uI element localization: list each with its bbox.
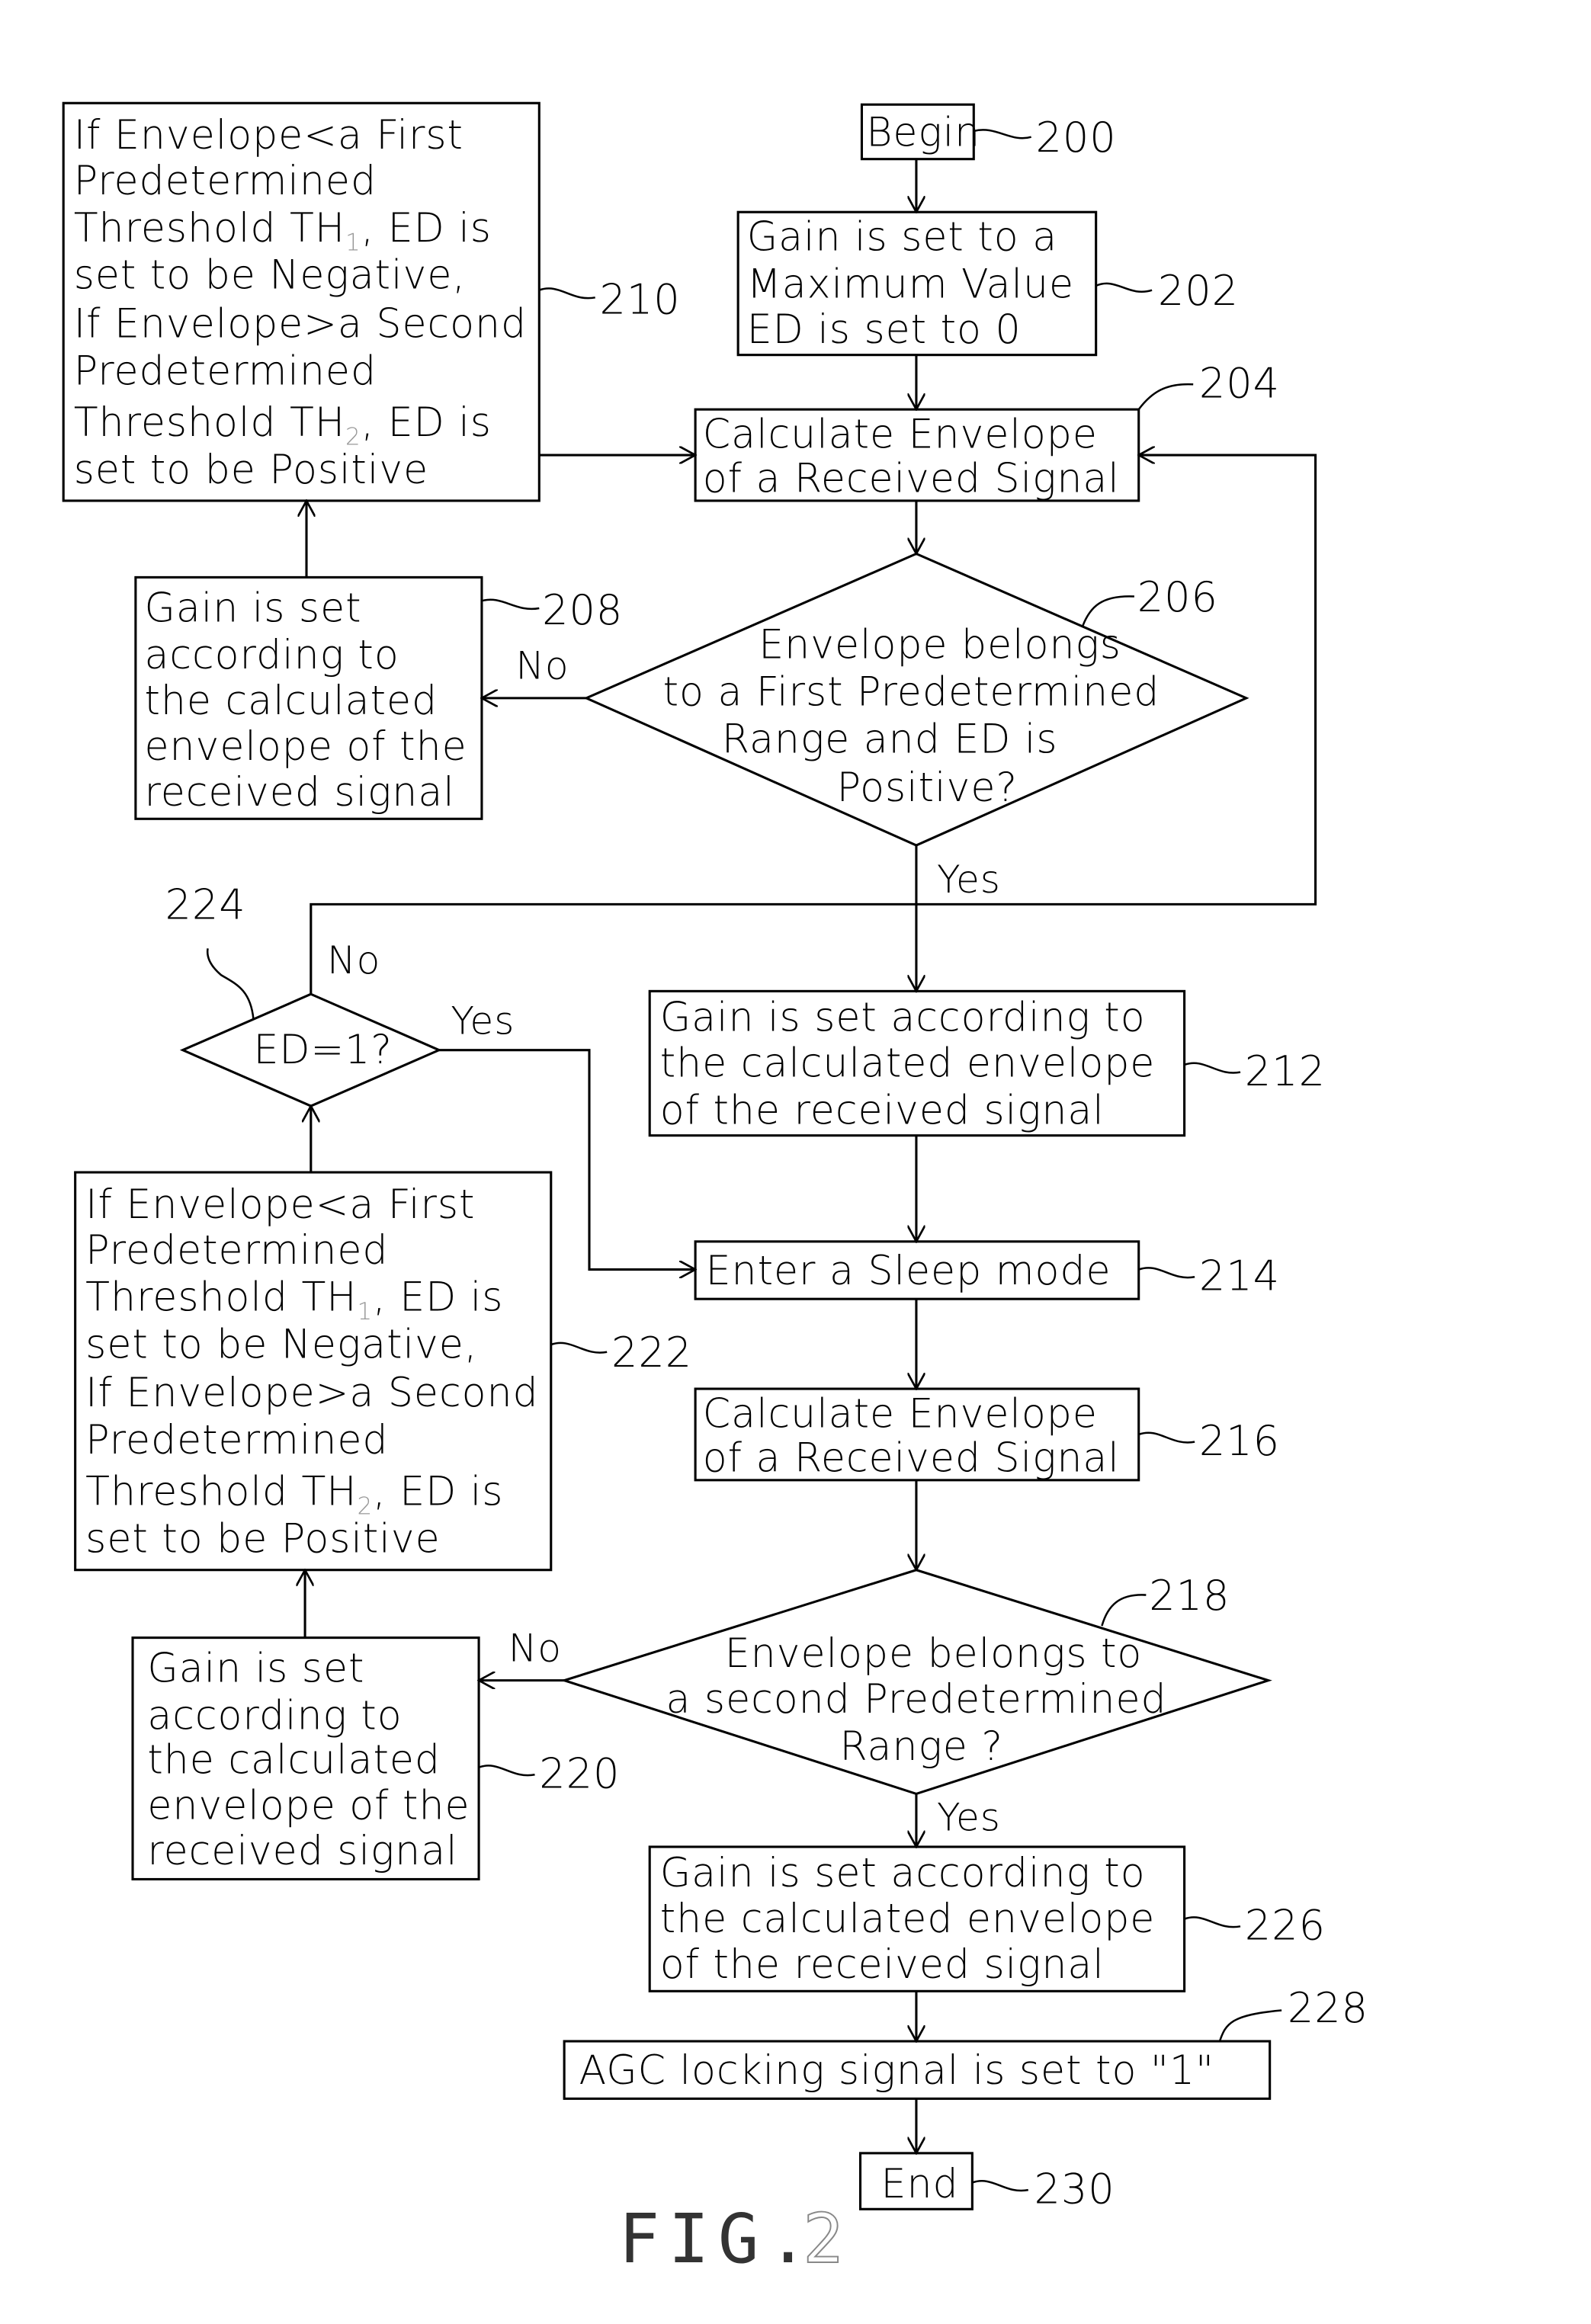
node-calc2-line: Calculate Envelope [703, 1391, 1098, 1437]
node-ed2-line: Predetermined [85, 1228, 388, 1274]
node-calc1-line: Calculate Envelope [703, 412, 1098, 457]
label-decision3-no: No [327, 938, 380, 982]
node-gain3-line: received signal [147, 1829, 457, 1874]
node-decision2-line: a second Predetermined [666, 1677, 1166, 1723]
node-gain4-line: Gain is set according to [660, 1851, 1146, 1896]
node-gain-2: Gain is set according to the calculated … [648, 989, 1326, 1137]
node-init-line: Maximum Value [747, 261, 1074, 307]
ref-226: 226 [1245, 1902, 1326, 1950]
node-ed1-line: Predetermined [74, 348, 377, 394]
node-decision-ed: ED=1? 224 [165, 881, 442, 1108]
ref-218: 218 [1149, 1572, 1230, 1620]
node-end: End 230 [858, 2152, 1115, 2213]
node-ed1-line: If Envelope<a First [74, 113, 464, 159]
node-agc-text: AGC locking signal is set to "1" [579, 2048, 1214, 2094]
node-gain1-line: Gain is set [144, 585, 361, 631]
node-ed2-line: set to be Negative, [85, 1322, 477, 1367]
node-ed1-line: Threshold TH1, ED is [74, 206, 492, 257]
node-calc2-line: of a Received Signal [703, 1435, 1120, 1481]
ref-206: 206 [1137, 573, 1218, 621]
node-init: Gain is set to a Maximum Value ED is set… [736, 210, 1239, 357]
node-gain1-line: received signal [144, 770, 454, 816]
node-init-line: ED is set to 0 [747, 307, 1022, 353]
node-sleep: Enter a Sleep mode 214 [694, 1240, 1280, 1300]
node-gain2-line: the calculated envelope [660, 1040, 1156, 1086]
node-decision1-line: Range and ED is [722, 716, 1058, 762]
caption-number: 2 [803, 2199, 852, 2278]
node-decision1-line: Envelope belongs [759, 623, 1121, 668]
node-gain2-line: of the received signal [660, 1088, 1105, 1133]
node-ed1-line: If Envelope>a Second [74, 301, 527, 347]
ref-210: 210 [600, 276, 681, 324]
node-ed2-line: Predetermined [85, 1418, 388, 1463]
ref-224: 224 [165, 881, 246, 929]
node-ed2-line: set to be Positive [85, 1517, 440, 1563]
node-calc-envelope-2: Calculate Envelope of a Received Signal … [694, 1387, 1280, 1482]
node-decision3-text: ED=1? [253, 1027, 393, 1073]
node-ed1-line: Threshold TH2, ED is [74, 400, 492, 451]
node-init-line: Gain is set to a [747, 214, 1057, 260]
ref-230: 230 [1034, 2165, 1115, 2213]
figure-caption: FIG. 2 [619, 2198, 852, 2279]
node-gain1-line: envelope of the [144, 724, 467, 770]
label-decision1-yes: Yes [937, 857, 1001, 902]
node-ed1-line: set to be Positive [74, 447, 428, 493]
node-ed1-line: Predetermined [74, 159, 377, 204]
node-gain1-line: according to [144, 633, 399, 678]
ref-204: 204 [1199, 360, 1280, 408]
ref-214: 214 [1199, 1252, 1280, 1300]
node-gain3-line: the calculated [147, 1737, 441, 1783]
node-begin-text: Begin [866, 110, 980, 155]
node-gain-4: Gain is set according to the calculated … [648, 1845, 1326, 1992]
node-agc-lock: AGC locking signal is set to "1" 228 [563, 1984, 1368, 2100]
node-gain3-line: envelope of the [147, 1783, 470, 1829]
label-decision3-yes: Yes [451, 998, 515, 1043]
ref-208: 208 [542, 586, 623, 634]
node-ed2-line: If Envelope<a First [85, 1182, 475, 1228]
node-decision-2: Envelope belongs to a second Predetermin… [560, 1569, 1272, 1796]
node-ed-rule-2: If Envelope<a First Predetermined Thresh… [74, 1171, 692, 1572]
ref-220: 220 [539, 1750, 620, 1798]
node-calc1-line: of a Received Signal [703, 456, 1120, 502]
node-decision1-line: Positive? [837, 765, 1018, 811]
node-ed-rule-1: If Envelope<a First Predetermined Thresh… [62, 101, 681, 502]
node-gain3-line: according to [147, 1693, 402, 1739]
node-decision1-line: to a First Predetermined [663, 670, 1160, 716]
flowchart: Begin 200 Gain is set to a Maximum Value… [62, 101, 1368, 2279]
node-gain2-line: Gain is set according to [660, 995, 1146, 1041]
ref-216: 216 [1199, 1417, 1280, 1465]
node-ed2-line: Threshold TH1, ED is [85, 1275, 503, 1326]
node-decision2-line: Range ? [839, 1724, 1003, 1770]
node-gain1-line: the calculated [144, 678, 438, 724]
node-gain4-line: of the received signal [660, 1942, 1105, 1988]
node-decision2-line: Envelope belongs to [725, 1631, 1143, 1677]
node-sleep-text: Enter a Sleep mode [706, 1249, 1111, 1294]
ref-228: 228 [1288, 1984, 1368, 2032]
node-gain3-line: Gain is set [147, 1646, 364, 1692]
caption-prefix: FIG. [619, 2199, 817, 2278]
node-ed2-line: If Envelope>a Second [85, 1370, 538, 1416]
node-end-text: End [881, 2162, 959, 2207]
node-gain-3: Gain is set according to the calculated … [131, 1636, 620, 1881]
label-decision1-no: No [515, 643, 569, 688]
label-decision2-yes: Yes [937, 1795, 1001, 1840]
node-ed2-line: Threshold TH2, ED is [85, 1470, 503, 1521]
node-ed1-line: set to be Negative, [74, 253, 466, 299]
ref-202: 202 [1158, 267, 1239, 315]
ref-200: 200 [1035, 114, 1116, 162]
node-calc-envelope-1: Calculate Envelope of a Received Signal … [694, 360, 1280, 502]
node-decision-1: Envelope belongs to a First Predetermine… [583, 552, 1249, 847]
label-decision2-no: No [508, 1626, 562, 1671]
node-begin: Begin 200 [860, 103, 1116, 162]
ref-212: 212 [1245, 1047, 1326, 1095]
node-gain4-line: the calculated envelope [660, 1896, 1156, 1942]
ref-222: 222 [611, 1329, 692, 1377]
